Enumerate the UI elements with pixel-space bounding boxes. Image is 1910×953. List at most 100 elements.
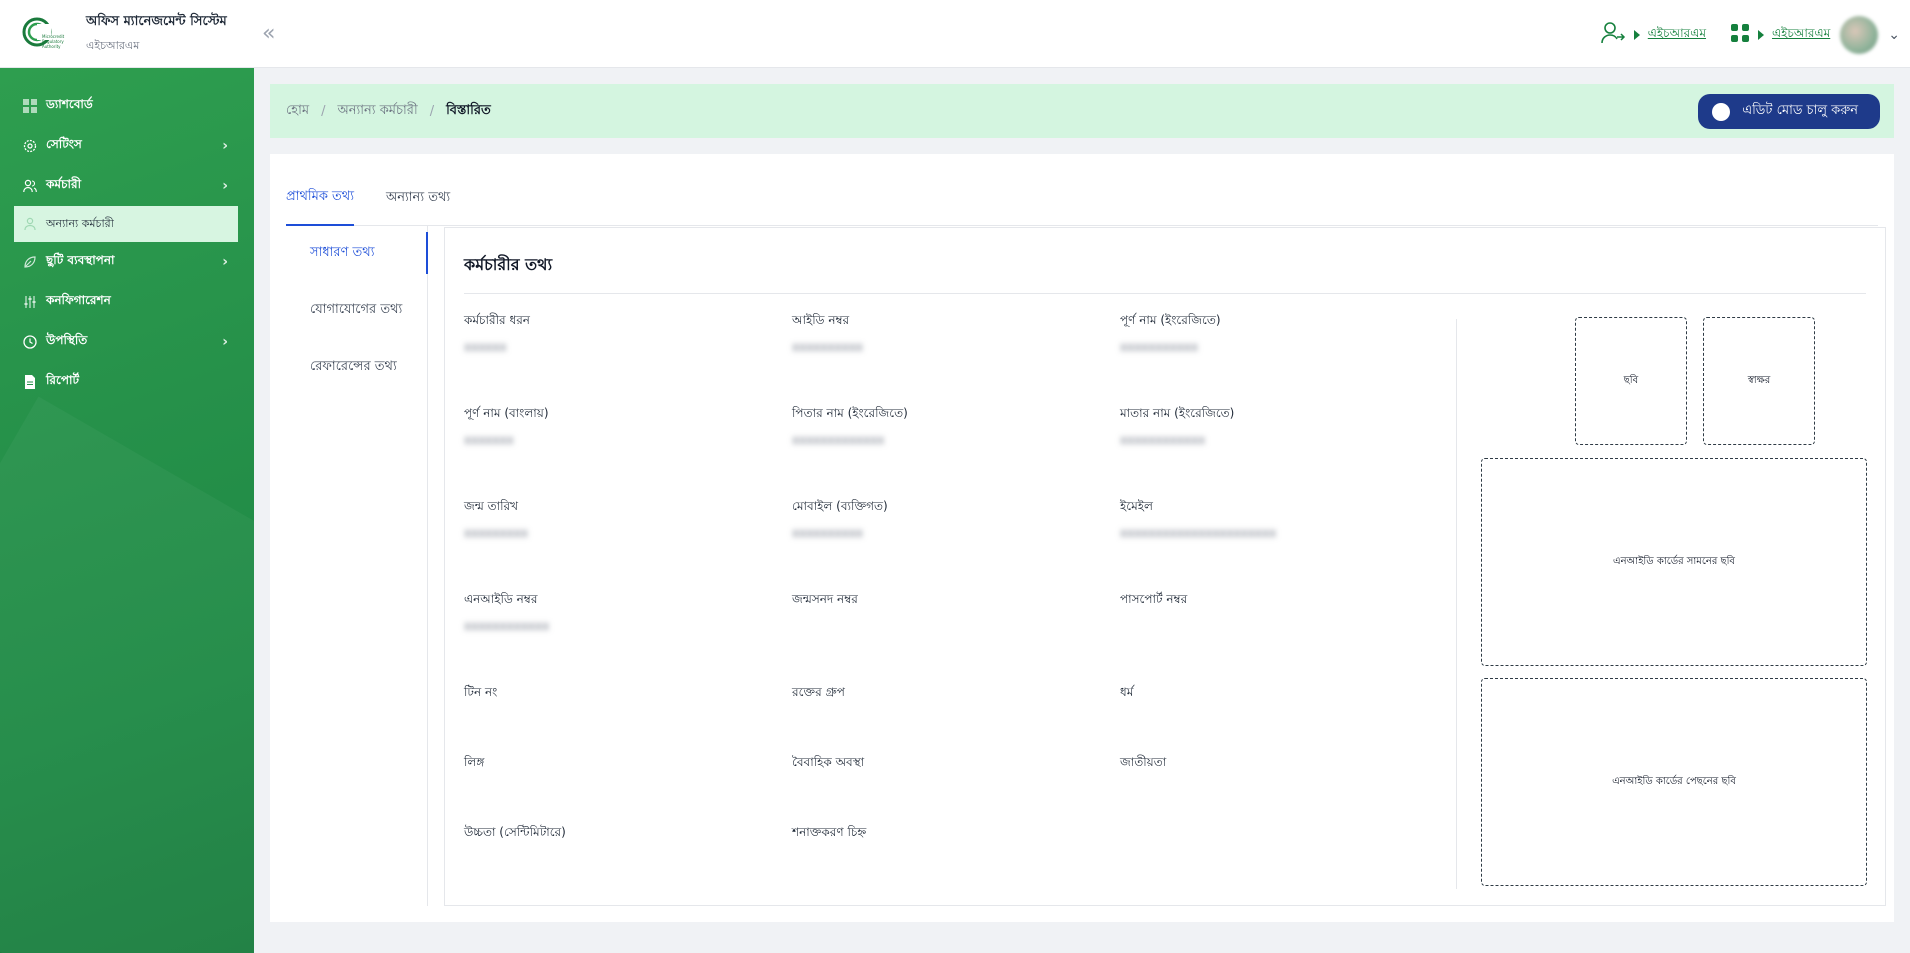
field-value: xxxxxxxxx [464,526,528,540]
field-blood-group: রক্তের গ্রুপ [792,684,1092,704]
divider [464,293,1866,294]
field-email: ইমেইল xxxxxxxxxxxxxxxxxxxxxx [1120,498,1420,542]
sidebar-item-label: অন্যান্য কর্মচারী [46,216,114,230]
user-switch-icon [1600,21,1626,49]
field-religion: ধর্ম [1120,684,1420,704]
sidebar-item-dashboard[interactable]: ড্যাশবোর্ড [0,86,254,126]
logo: Microcredit Regulatory Authority [22,15,70,53]
field-mother-name: মাতার নাম (ইংরেজিতে) xxxxxxxxxxxx [1120,405,1420,449]
field-label: লিঙ্গ [464,755,485,769]
breadcrumb-section[interactable]: অন্যান্য কর্মচারী [337,101,417,122]
field-label: আইডি নম্বর [792,313,850,327]
field-label: জন্মসনদ নম্বর [792,592,858,606]
nid-back-box[interactable]: এনআইডি কার্ডের পেছনের ছবি [1481,678,1867,886]
field-label: জন্ম তারিখ [464,499,519,513]
sub-navigation: সাধারণ তথ্য যোগাযোগের তথ্য রেফারেন্সের ত… [286,226,428,906]
field-passport: পাসপোর্ট নম্বর [1120,591,1420,611]
signature-box[interactable]: স্বাক্ষর [1703,317,1815,445]
field-birth-certificate: জন্মসনদ নম্বর [792,591,1092,611]
field-full-name-bn: পূর্ণ নাম (বাংলায়) xxxxxxx [464,405,764,449]
field-label: মোবাইল (ব্যক্তিগত) [792,499,888,513]
field-gender: লিঙ্গ [464,754,764,774]
toggle-knob [1712,102,1731,121]
tab-primary-info[interactable]: প্রাথমিক তথ্য [286,170,354,226]
sidebar-item-label: কর্মচারী [46,177,82,191]
sidebar-item-other-employee[interactable]: অন্যান্য কর্মচারী [14,206,238,242]
gear-icon [22,138,38,154]
clock-icon [22,334,38,350]
nid-front-box[interactable]: এনআইডি কার্ডের সামনের ছবি [1481,458,1867,666]
photo-box[interactable]: ছবি [1575,317,1687,445]
field-value: xxxxxx [464,340,507,354]
apps-grid-icon [1730,23,1750,47]
field-value: xxxxxxxxxxx [1120,340,1199,354]
sidebar-item-label: রিপোর্ট [46,373,80,387]
field-label: পূর্ণ নাম (বাংলায়) [464,406,549,420]
subnav-contact-info[interactable]: যোগাযোগের তথ্য [286,282,427,339]
sidebar-item-leave[interactable]: ছুটি ব্যবস্থাপনা › [0,242,254,282]
hrm-link-2[interactable]: এইচআরএম [1772,25,1830,45]
field-label: বৈবাহিক অবস্থা [792,755,865,769]
double-chevron-left-icon[interactable]: « [262,21,286,46]
file-icon [22,374,38,390]
breadcrumb-separator: / [321,103,326,119]
subnav-reference-info[interactable]: রেফারেন্সের তথ্য [286,339,427,396]
field-employee-type: কর্মচারীর ধরন xxxxxx [464,312,764,356]
field-label: এনআইডি নম্বর [464,592,538,606]
app-switch-link[interactable]: এইচআরএম [1730,23,1830,47]
sidebar-item-settings[interactable]: সেটিংস › [0,126,254,166]
employee-info-panel: কর্মচারীর তথ্য কর্মচারীর ধরন xxxxxx আইডি… [444,227,1886,906]
sidebar-item-report[interactable]: রিপোর্ট [0,362,254,402]
content-card: প্রাথমিক তথ্য অন্যান্য তথ্য সাধারণ তথ্য … [270,154,1894,922]
field-label: মাতার নাম (ইংরেজিতে) [1120,406,1235,420]
sidebar-item-label: ছুটি ব্যবস্থাপনা [46,253,115,267]
logo-text-3: Authority [42,44,61,49]
avatar[interactable] [1840,16,1879,54]
tab-other-info[interactable]: অন্যান্য তথ্য [386,170,450,226]
field-label: পাসপোর্ট নম্বর [1120,592,1188,606]
chevron-right-icon: › [222,254,228,270]
sidebar-item-attendance[interactable]: উপস্থিতি › [0,322,254,362]
leaf-icon [22,254,38,270]
caret-right-icon [1633,30,1640,40]
field-birth-date: জন্ম তারিখ xxxxxxxxx [464,498,764,542]
hrm-link-1[interactable]: এইচআরএম [1648,25,1706,45]
field-value: xxxxxxxxxx [792,526,864,540]
field-label: ইমেইল [1120,499,1153,513]
sidebar-item-label: উপস্থিতি [46,333,88,347]
sidebar-item-configuration[interactable]: কনফিগারেশন [0,282,254,322]
breadcrumb-separator: / [429,103,435,119]
field-identification-mark: শনাক্তকরণ চিহ্ন [792,824,1092,844]
field-label: জাতীয়তা [1120,755,1167,769]
field-value: xxxxxxxxxxxxx [792,433,885,447]
field-nid-number: এনআইডি নম্বর xxxxxxxxxxxx [464,591,764,635]
grid-icon [22,98,38,114]
field-value: xxxxxxxxxx [792,340,864,354]
photo-label: ছবি [1623,374,1639,386]
field-marital-status: বৈবাহিক অবস্থা [792,754,1092,774]
breadcrumb-home[interactable]: হোম [286,101,309,122]
field-mobile: মোবাইল (ব্যক্তিগত) xxxxxxxxxx [792,498,1092,542]
sidebar: ড্যাশবোর্ড সেটিংস › কর্মচারী › অন্যান্য … [0,68,254,953]
nid-back-label: এনআইডি কার্ডের পেছনের ছবি [1612,775,1736,787]
user-icon [22,216,38,232]
field-label: কর্মচারীর ধরন [464,313,530,327]
field-nationality: জাতীয়তা [1120,754,1420,774]
subnav-general-info[interactable]: সাধারণ তথ্য [286,232,428,274]
edit-mode-toggle-button[interactable]: এডিট মোড চালু করুন [1698,94,1880,129]
chevron-right-icon: › [222,334,228,350]
chevron-down-icon[interactable]: ⌄ [1888,27,1900,43]
sliders-icon [22,294,38,310]
field-height: উচ্চতা (সেন্টিমিটারে) [464,824,764,844]
field-full-name-en: পূর্ণ নাম (ইংরেজিতে) xxxxxxxxxxx [1120,312,1420,356]
user-switch-link[interactable]: এইচআরএম [1600,21,1706,49]
field-tin: টিন নং [464,684,764,704]
users-icon [22,178,38,194]
field-value: xxxxxxx [464,433,514,447]
sidebar-item-label: ড্যাশবোর্ড [46,97,93,111]
field-label: পূর্ণ নাম (ইংরেজিতে) [1120,313,1221,327]
vertical-divider [1456,319,1457,889]
app-subtitle: এইচআরএম [86,38,140,52]
panel-title: কর্মচারীর তথ্য [464,255,553,274]
sidebar-item-employee[interactable]: কর্মচারী › [0,166,254,206]
